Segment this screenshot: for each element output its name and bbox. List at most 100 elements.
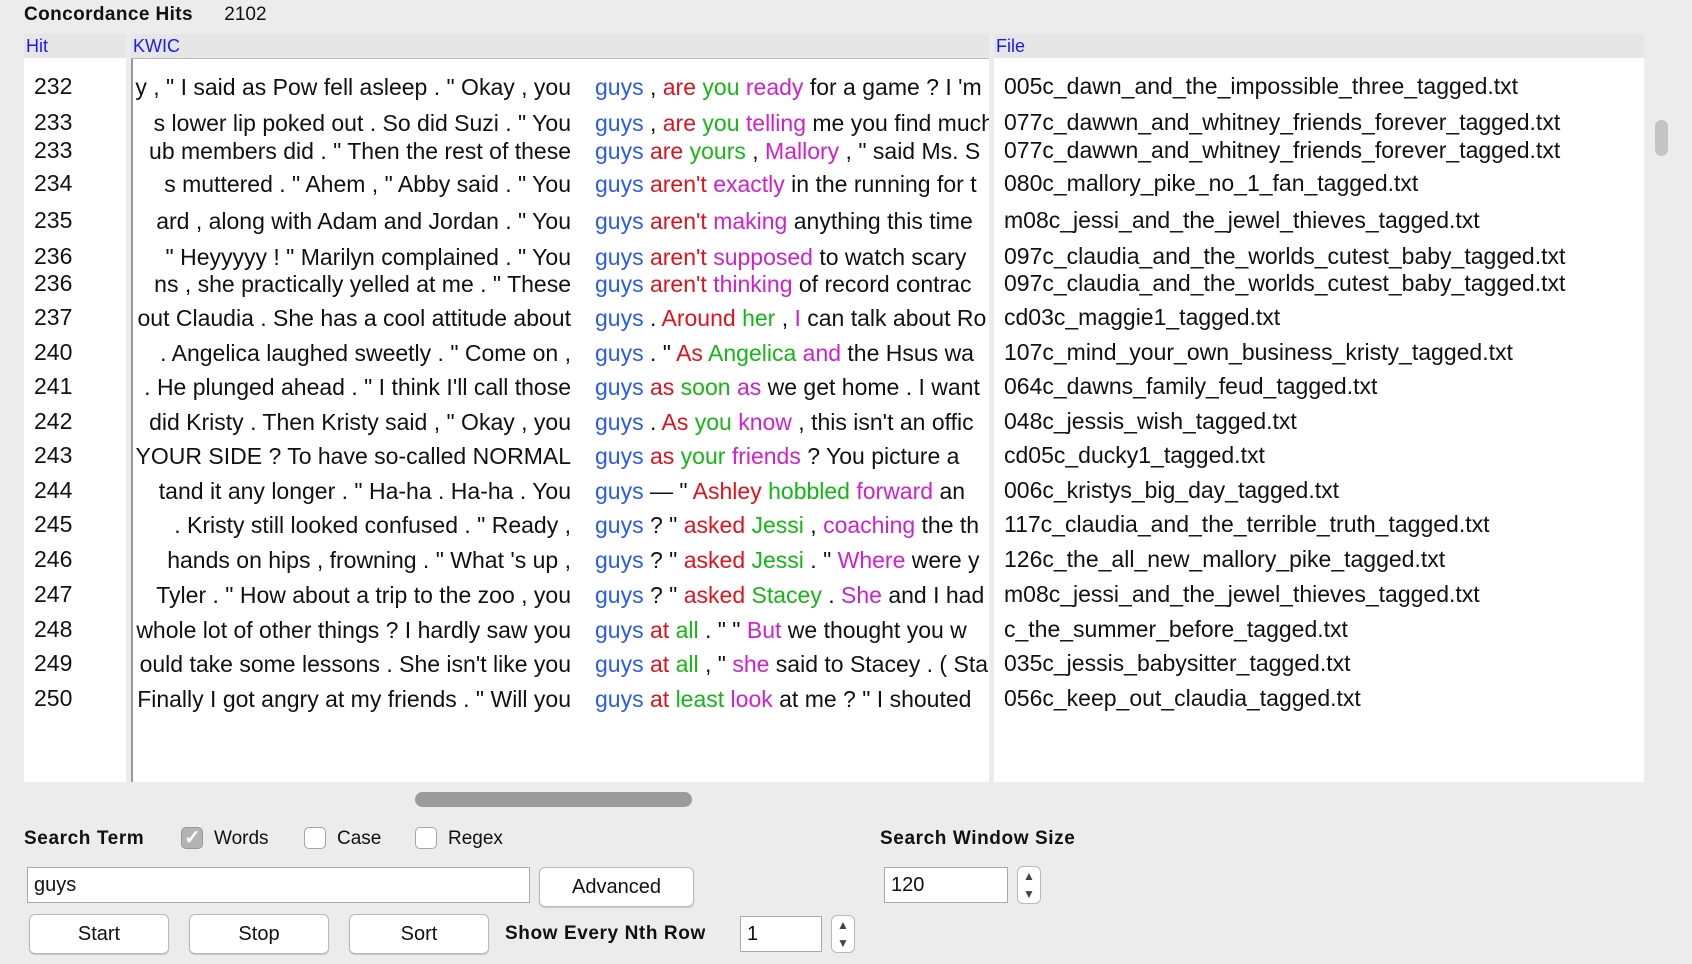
kwic-token: said to Stacey . ( Sta — [769, 651, 989, 677]
window-size-stepper[interactable]: ▲ ▼ — [1017, 866, 1041, 904]
stop-button[interactable]: Stop — [189, 914, 329, 954]
kwic-row[interactable]: . Kristy still looked confused . " Ready… — [133, 507, 989, 543]
hit-number[interactable]: 233 — [24, 132, 126, 168]
nth-row-input[interactable]: 1 — [740, 916, 822, 952]
words-checkbox[interactable] — [181, 825, 203, 850]
kwic-keyword: guys — [595, 651, 644, 677]
hit-number[interactable]: 240 — [24, 334, 126, 370]
kwic-row[interactable]: ard , along with Adam and Jordan . " You… — [133, 203, 989, 239]
hit-count: 2102 — [224, 4, 267, 25]
kwic-token: your — [680, 443, 726, 469]
column-header-kwic[interactable]: KWIC — [131, 34, 989, 58]
kwic-token: you — [694, 409, 732, 435]
file-name[interactable]: m08c_jessi_and_the_jewel_thieves_tagged.… — [994, 202, 1644, 238]
chevron-down-icon[interactable]: ▼ — [1018, 885, 1040, 903]
hit-number[interactable]: 235 — [24, 202, 126, 238]
kwic-column[interactable]: y , " I said as Pow fell asleep . " Okay… — [131, 58, 989, 782]
file-name[interactable]: c_the_summer_before_tagged.txt — [994, 611, 1644, 647]
kwic-row[interactable]: out Claudia . She has a cool attitude ab… — [133, 300, 989, 336]
file-name[interactable]: 107c_mind_your_own_business_kristy_tagge… — [994, 334, 1644, 370]
kwic-token: , — [775, 305, 795, 331]
kwic-row[interactable]: whole lot of other things ? I hardly saw… — [133, 612, 989, 648]
file-name[interactable]: 035c_jessis_babysitter_tagged.txt — [994, 645, 1644, 681]
file-name[interactable]: m08c_jessi_and_the_jewel_thieves_tagged.… — [994, 576, 1644, 612]
hit-number[interactable]: 242 — [24, 403, 126, 439]
search-input[interactable]: guys — [27, 867, 530, 903]
nth-row-stepper[interactable]: ▲ ▼ — [831, 915, 855, 953]
hit-number[interactable]: 246 — [24, 541, 126, 577]
kwic-row[interactable]: . He plunged ahead . " I think I'll call… — [133, 369, 989, 405]
start-button[interactable]: Start — [29, 914, 169, 954]
kwic-row[interactable]: ub members did . " Then the rest of thes… — [133, 133, 989, 169]
hit-number[interactable]: 244 — [24, 472, 126, 508]
file-name[interactable]: 080c_mallory_pike_no_1_fan_tagged.txt — [994, 165, 1644, 201]
kwic-keyword-and-right-context: guys at all , " she said to Stacey . ( S… — [595, 646, 988, 682]
hit-number[interactable]: 249 — [24, 645, 126, 681]
results-vertical-scrollbar[interactable] — [1655, 120, 1668, 156]
kwic-keyword: guys — [595, 374, 644, 400]
regex-checkbox[interactable] — [415, 827, 437, 849]
hit-number[interactable]: 250 — [24, 680, 126, 716]
advanced-button[interactable]: Advanced — [539, 867, 694, 907]
window-size-input[interactable]: 120 — [884, 867, 1008, 903]
file-name[interactable]: 006c_kristys_big_day_tagged.txt — [994, 472, 1644, 508]
file-name[interactable]: 064c_dawns_family_feud_tagged.txt — [994, 368, 1644, 404]
kwic-row[interactable]: ould take some lessons . She isn't like … — [133, 646, 989, 682]
case-checkbox[interactable] — [304, 827, 326, 849]
file-column[interactable]: 005c_dawn_and_the_impossible_three_tagge… — [994, 58, 1644, 782]
hit-number[interactable]: 232 — [24, 68, 126, 104]
kwic-row[interactable]: tand it any longer . " Ha-ha . Ha-ha . Y… — [133, 473, 989, 509]
kwic-row[interactable]: . Angelica laughed sweetly . " Come on ,… — [133, 335, 989, 371]
column-header-hit[interactable]: Hit — [24, 34, 126, 58]
kwic-token: making — [713, 208, 788, 234]
hit-number[interactable]: 243 — [24, 437, 126, 473]
kwic-token: Mallory — [765, 138, 840, 164]
kwic-row[interactable]: Finally I got angry at my friends . " Wi… — [133, 681, 989, 717]
kwic-token: Jessi — [751, 512, 804, 538]
chevron-up-icon[interactable]: ▲ — [1018, 867, 1040, 885]
file-name[interactable]: cd05c_ducky1_tagged.txt — [994, 437, 1644, 473]
kwic-row[interactable]: YOUR SIDE ? To have so-called NORMAL guys… — [133, 438, 989, 474]
file-name[interactable]: 056c_keep_out_claudia_tagged.txt — [994, 680, 1644, 716]
hit-column[interactable]: 232 233 233 234 235 236 236 237 240 241 242 243 244 2… — [24, 58, 126, 782]
hit-number[interactable]: 237 — [24, 299, 126, 335]
kwic-keyword: guys — [595, 271, 644, 297]
kwic-row[interactable]: ns , she practically yelled at me . " Th… — [133, 266, 989, 302]
kwic-token: , — [643, 74, 663, 100]
kwic-keyword-and-right-context: guys at least look at me ? " I shouted — [595, 681, 971, 717]
file-name[interactable]: 097c_claudia_and_the_worlds_cutest_baby_… — [994, 265, 1644, 301]
file-name[interactable]: cd03c_maggie1_tagged.txt — [994, 299, 1644, 335]
hit-number[interactable]: 236 — [24, 265, 126, 301]
kwic-token: ? " — [643, 547, 684, 573]
kwic-token: all — [675, 617, 699, 643]
kwic-row[interactable]: did Kristy . Then Kristy said , " Okay ,… — [133, 404, 989, 440]
kwic-horizontal-scrollbar[interactable] — [415, 792, 692, 807]
file-name[interactable]: 005c_dawn_and_the_impossible_three_tagge… — [994, 68, 1644, 104]
hit-number[interactable]: 247 — [24, 576, 126, 612]
search-term-label: Search Term — [24, 828, 145, 849]
kwic-token: and — [802, 340, 842, 366]
sort-button[interactable]: Sort — [349, 914, 489, 954]
hit-number[interactable]: 248 — [24, 611, 126, 647]
kwic-row[interactable]: y , " I said as Pow fell asleep . " Okay… — [133, 69, 989, 105]
file-name[interactable]: 077c_dawwn_and_whitney_friends_forever_t… — [994, 132, 1644, 168]
chevron-down-icon[interactable]: ▼ — [832, 934, 854, 952]
hit-number[interactable]: 245 — [24, 506, 126, 542]
file-name[interactable]: 117c_claudia_and_the_terrible_truth_tagg… — [994, 506, 1644, 542]
kwic-token: But — [746, 617, 782, 643]
concordance-header: Concordance Hits 2102 — [24, 4, 267, 26]
hit-number[interactable]: 234 — [24, 165, 126, 201]
kwic-keyword-and-right-context: guys — " Ashley hobbled forward an — [595, 473, 965, 509]
chevron-up-icon[interactable]: ▲ — [832, 916, 854, 934]
kwic-row[interactable]: hands on hips , frowning . " What 's up … — [133, 542, 989, 578]
kwic-row[interactable]: Tyler . " How about a trip to the zoo , … — [133, 577, 989, 613]
file-name[interactable]: 126c_the_all_new_mallory_pike_tagged.txt — [994, 541, 1644, 577]
column-header-file[interactable]: File — [994, 34, 1644, 58]
kwic-keyword: guys — [595, 138, 644, 164]
kwic-token: at — [649, 651, 670, 677]
file-name[interactable]: 048c_jessis_wish_tagged.txt — [994, 403, 1644, 439]
kwic-row[interactable]: s muttered . " Ahem , " Abby said . " Yo… — [133, 166, 989, 202]
kwic-left-context: hands on hips , frowning . " What 's up … — [167, 547, 571, 573]
kwic-left-context: s muttered . " Ahem , " Abby said . " Yo… — [164, 171, 571, 197]
hit-number[interactable]: 241 — [24, 368, 126, 404]
